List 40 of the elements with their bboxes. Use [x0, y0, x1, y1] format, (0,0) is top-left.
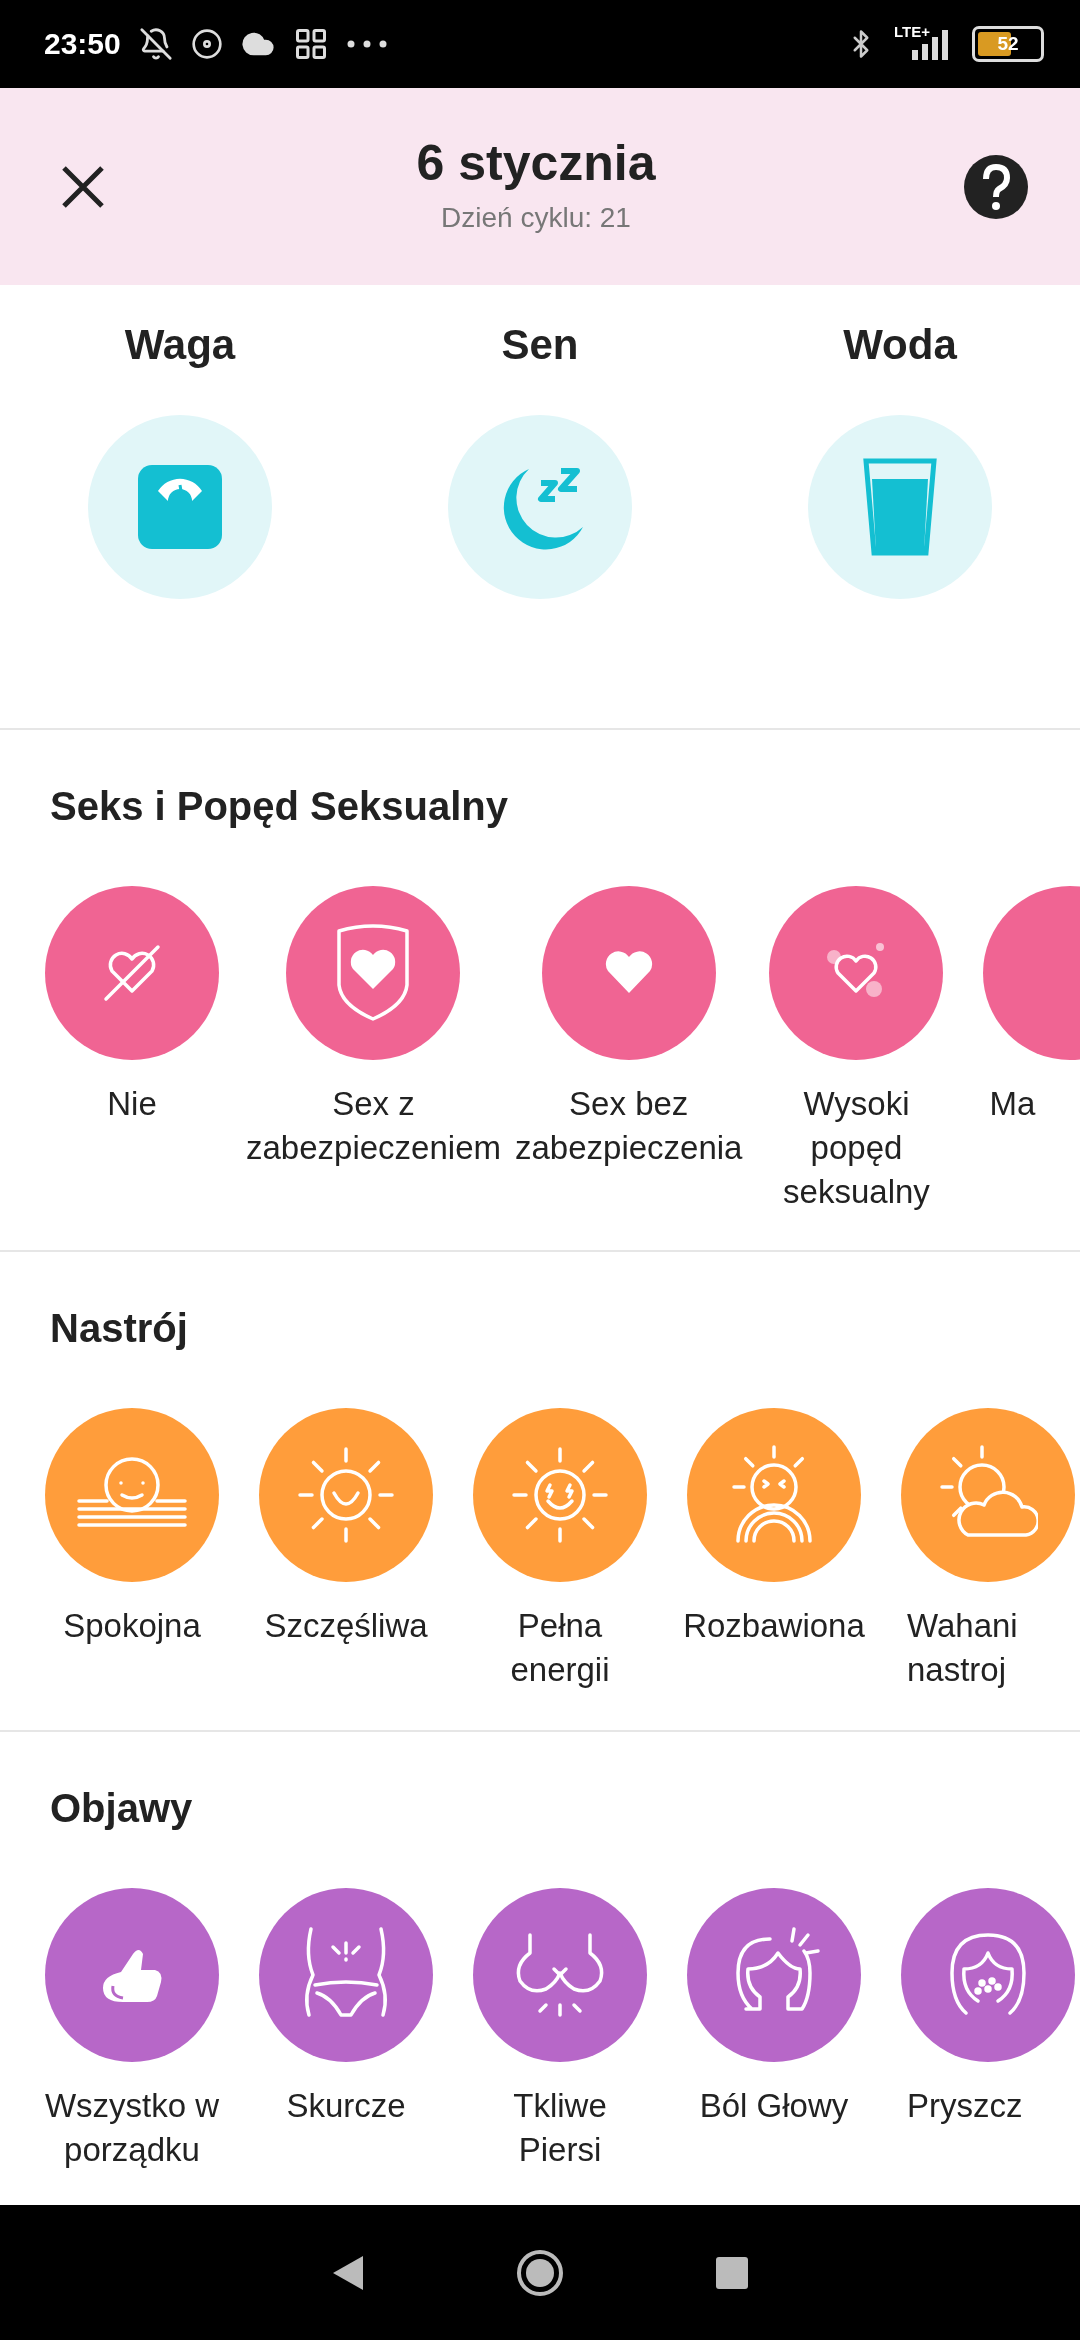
option-item[interactable]: Szczęśliwa — [246, 1408, 446, 1648]
crossed-heart-icon — [102, 943, 162, 1003]
energetic-sun-icon — [510, 1445, 610, 1545]
tracker-label: Woda — [843, 321, 957, 369]
section-title: Seks i Popęd Seksualny — [50, 783, 509, 830]
option-item[interactable]: Tkliwe Piersi — [460, 1888, 660, 2172]
date-title: 6 stycznia — [416, 133, 656, 192]
glass-icon — [862, 457, 938, 557]
option-item[interactable]: Spokojna — [32, 1408, 232, 1648]
help-button[interactable] — [964, 154, 1028, 219]
more-dots-icon — [346, 40, 387, 48]
option-item[interactable]: Pryszcz — [888, 1888, 1080, 2128]
option-item[interactable]: Wahani nastroj — [888, 1408, 1080, 1692]
network-type: LTE+ — [894, 22, 930, 40]
heart-icon — [603, 951, 654, 995]
home-button[interactable] — [515, 2247, 565, 2298]
disc-icon — [190, 28, 223, 60]
section-title: Nastrój — [50, 1305, 189, 1352]
option-item[interactable]: Rozbawiona — [674, 1408, 874, 1648]
muted-bell-icon — [138, 27, 173, 61]
cycle-day-subtitle: Dzień cyklu: 21 — [441, 201, 631, 234]
option-item[interactable]: Wszystko w porządku — [32, 1888, 232, 2172]
option-item[interactable]: Skurcze — [246, 1888, 446, 2128]
option-item[interactable]: Wysoki popęd seksualny — [756, 886, 957, 1214]
option-item[interactable]: Sex z zabezpieczeniem — [246, 886, 501, 1170]
option-item[interactable]: Pełna energii — [460, 1408, 660, 1692]
tracker-label: Waga — [124, 321, 236, 369]
section-title: Objawy — [50, 1785, 194, 1832]
option-item[interactable]: Ból Głowy — [674, 1888, 874, 2128]
back-button[interactable] — [331, 2253, 365, 2292]
clock-time: 23:50 — [44, 27, 121, 61]
tracker-button[interactable]: Waga — [0, 285, 360, 599]
recents-button[interactable] — [715, 2255, 749, 2290]
tracker-label: Sen — [501, 321, 579, 369]
option-item[interactable]: Sex bez zabezpieczenia — [515, 886, 743, 1170]
smiling-sun-icon — [296, 1445, 396, 1545]
tracker-button[interactable]: Woda — [720, 285, 1080, 599]
option-item[interactable]: Ma — [970, 886, 1080, 1126]
tracker-button[interactable]: Sen — [360, 285, 720, 599]
option-item[interactable]: Nie — [32, 886, 232, 1126]
